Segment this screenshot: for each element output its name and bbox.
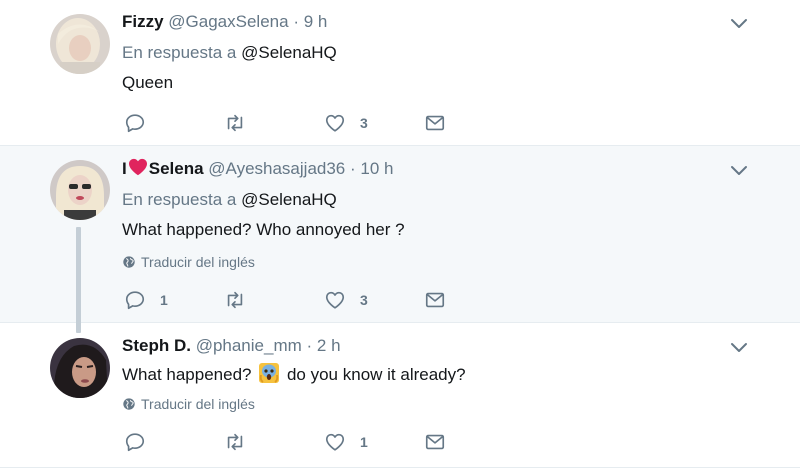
reply-context: En respuesta a @SelenaHQ <box>122 43 337 63</box>
translate-link[interactable]: Traducir del inglés <box>122 254 255 270</box>
retweet-button[interactable] <box>224 289 246 311</box>
user-handle[interactable]: @phanie_mm <box>196 336 302 355</box>
direct-message-button[interactable] <box>424 431 446 453</box>
globe-icon <box>123 398 135 410</box>
chevron-down-icon[interactable] <box>729 17 749 31</box>
reply-button[interactable] <box>124 431 146 453</box>
heart-icon <box>325 114 345 132</box>
reply-context: En respuesta a @SelenaHQ <box>122 190 337 210</box>
timestamp[interactable]: 2 h <box>317 336 341 355</box>
separator-dot: · <box>350 159 356 178</box>
display-name[interactable]: I Selena <box>122 158 204 178</box>
retweet-icon <box>227 114 243 132</box>
tweet-text: Queen <box>122 73 174 92</box>
tweet-header: Fizzy @GagaxSelena · 9 h <box>122 12 327 32</box>
like-button[interactable]: 3 <box>324 112 368 134</box>
reply-icon <box>125 433 145 452</box>
avatar[interactable] <box>50 160 110 220</box>
translate-label: Traducir del inglés <box>141 396 255 412</box>
name-prefix: I <box>122 159 127 178</box>
like-count: 3 <box>360 292 368 308</box>
name-text: Selena <box>148 159 204 178</box>
reply-count: 1 <box>160 292 168 308</box>
reply-mention-link[interactable]: @SelenaHQ <box>241 43 337 62</box>
tweet-header: Steph D. @phanie_mm · 2 h <box>122 336 341 356</box>
chevron-down-icon[interactable] <box>729 164 749 178</box>
user-handle[interactable]: @Ayeshasajjad36 <box>208 159 345 178</box>
reply-prefix: En respuesta a <box>122 43 237 62</box>
retweet-button[interactable] <box>224 112 246 134</box>
globe-icon <box>123 256 135 268</box>
tweet-actions: 3 <box>124 112 464 134</box>
display-name[interactable]: Steph D. <box>122 336 191 355</box>
display-name[interactable]: Fizzy <box>122 12 164 31</box>
envelope-icon <box>425 115 445 131</box>
direct-message-button[interactable] <box>424 112 446 134</box>
timestamp[interactable]: 10 h <box>360 159 393 178</box>
reply-mention-link[interactable]: @SelenaHQ <box>241 190 337 209</box>
tweet-actions: 1 3 <box>124 289 464 311</box>
like-count: 1 <box>360 434 368 450</box>
heart-icon <box>325 291 345 309</box>
envelope-icon <box>425 434 445 450</box>
timestamp[interactable]: 9 h <box>304 12 328 31</box>
translate-label: Traducir del inglés <box>141 254 255 270</box>
avatar[interactable] <box>50 14 110 74</box>
user-handle[interactable]: @GagaxSelena <box>168 12 288 31</box>
chevron-down-icon[interactable] <box>729 341 749 355</box>
heart-icon <box>325 433 345 451</box>
tweet-text: What happened? Who annoyed her ? <box>122 220 405 239</box>
tweet-text-part: do you know it already? <box>286 365 466 384</box>
retweet-icon <box>227 291 243 309</box>
reply-prefix: En respuesta a <box>122 190 237 209</box>
avatar[interactable] <box>50 338 110 398</box>
tweet-actions: 1 <box>124 431 464 453</box>
thread-connector-line <box>76 227 81 333</box>
retweet-icon <box>227 433 243 451</box>
tweet-text-part: What happened? <box>122 365 252 384</box>
translate-link[interactable]: Traducir del inglés <box>122 396 255 412</box>
tweet[interactable]: Fizzy @GagaxSelena · 9 h En respuesta a … <box>0 0 800 146</box>
separator-dot: · <box>293 12 299 31</box>
separator-dot: · <box>306 336 313 355</box>
like-count: 3 <box>360 115 368 131</box>
retweet-button[interactable] <box>224 431 246 453</box>
red-heart-emoji <box>128 158 147 176</box>
reply-icon <box>125 114 145 133</box>
tweet[interactable]: I Selena @Ayeshasajjad36 · 10 h En respue… <box>0 146 800 333</box>
like-button[interactable]: 1 <box>324 431 368 453</box>
direct-message-button[interactable] <box>424 289 446 311</box>
like-button[interactable]: 3 <box>324 289 368 311</box>
screaming-face-emoji <box>259 363 280 383</box>
reply-button[interactable] <box>124 112 146 134</box>
tweet-text: What happened? do you know it already? <box>122 362 466 385</box>
tweet-header: I Selena @Ayeshasajjad36 · 10 h <box>122 158 394 179</box>
reply-button[interactable]: 1 <box>124 289 168 311</box>
envelope-icon <box>425 292 445 308</box>
reply-icon <box>125 291 145 310</box>
tweet[interactable]: Steph D. @phanie_mm · 2 h What happened?… <box>0 323 800 468</box>
